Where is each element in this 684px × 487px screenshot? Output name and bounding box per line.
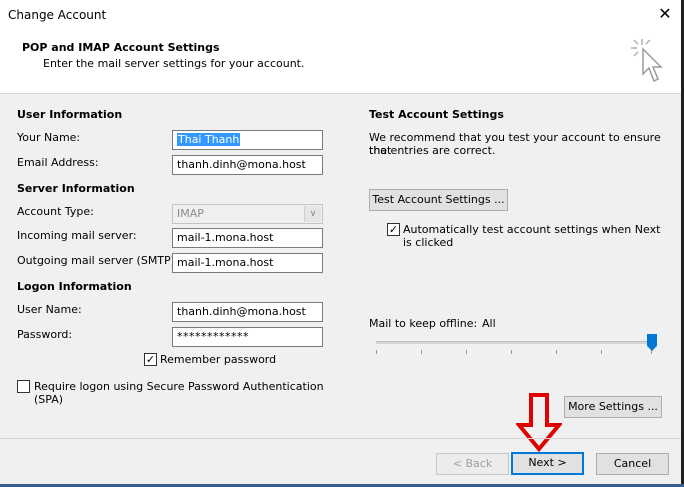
offline-slider-ticks [376,350,652,354]
your-name-value: Thai Thanh [177,133,241,146]
outgoing-server-label: Outgoing mail server (SMTP): [17,254,179,267]
window-title: Change Account [8,8,107,22]
auto-test-label-line2: is clicked [403,236,454,249]
slider-tick [511,350,512,354]
test-account-settings-button[interactable]: Test Account Settings ... [369,189,508,211]
close-icon[interactable]: ✕ [656,5,674,23]
remember-password-label: Remember password [160,353,277,366]
header-subtitle: Enter the mail server settings for your … [43,57,305,70]
slider-tick [421,350,422,354]
incoming-server-input[interactable]: mail-1.mona.host [172,228,323,248]
auto-test-label-line1: Automatically test account settings when… [403,223,661,236]
user-info-heading: User Information [17,108,123,121]
server-info-heading: Server Information [17,182,135,195]
slider-tick [601,350,602,354]
cancel-button[interactable]: Cancel [596,453,669,475]
incoming-server-label: Incoming mail server: [17,229,137,242]
spa-label-line1: Require logon using Secure Password Auth… [34,380,324,393]
email-address-label: Email Address: [17,156,99,169]
test-desc-line2: the entries are correct. [369,144,496,157]
outgoing-server-input[interactable]: mail-1.mona.host [172,253,323,273]
email-address-input[interactable]: thanh.dinh@mona.host [172,155,323,175]
test-settings-heading: Test Account Settings [369,108,504,121]
logon-info-heading: Logon Information [17,280,132,293]
next-button[interactable]: Next > [511,452,584,475]
header-title: POP and IMAP Account Settings [22,41,220,54]
account-type-value: IMAP [177,207,204,220]
offline-slider-thumb[interactable] [647,334,657,351]
spa-checkbox[interactable] [17,380,30,393]
password-label: Password: [17,328,73,341]
back-button[interactable]: < Back [436,453,509,475]
slider-tick [376,350,377,354]
footer-divider [0,438,684,439]
spa-label-line2: (SPA) [34,393,64,406]
chevron-down-icon: ∨ [304,206,321,222]
auto-test-checkbox[interactable]: ✓ [387,223,400,236]
red-down-arrow-icon [516,393,562,453]
user-name-label: User Name: [17,303,82,316]
more-settings-button[interactable]: More Settings ... [564,396,662,418]
remember-password-checkbox[interactable]: ✓ [144,353,157,366]
account-type-label: Account Type: [17,205,94,218]
cursor-click-icon [631,39,663,83]
account-type-select: IMAP ∨ [172,204,323,224]
your-name-label: Your Name: [17,131,81,144]
slider-tick [466,350,467,354]
offline-value: All [482,317,496,330]
your-name-input[interactable]: Thai Thanh [172,130,323,150]
password-input[interactable]: ************ [172,327,323,347]
user-name-input[interactable]: thanh.dinh@mona.host [172,302,323,322]
slider-tick [556,350,557,354]
offline-slider-track[interactable] [376,341,652,344]
offline-label: Mail to keep offline: [369,317,478,330]
